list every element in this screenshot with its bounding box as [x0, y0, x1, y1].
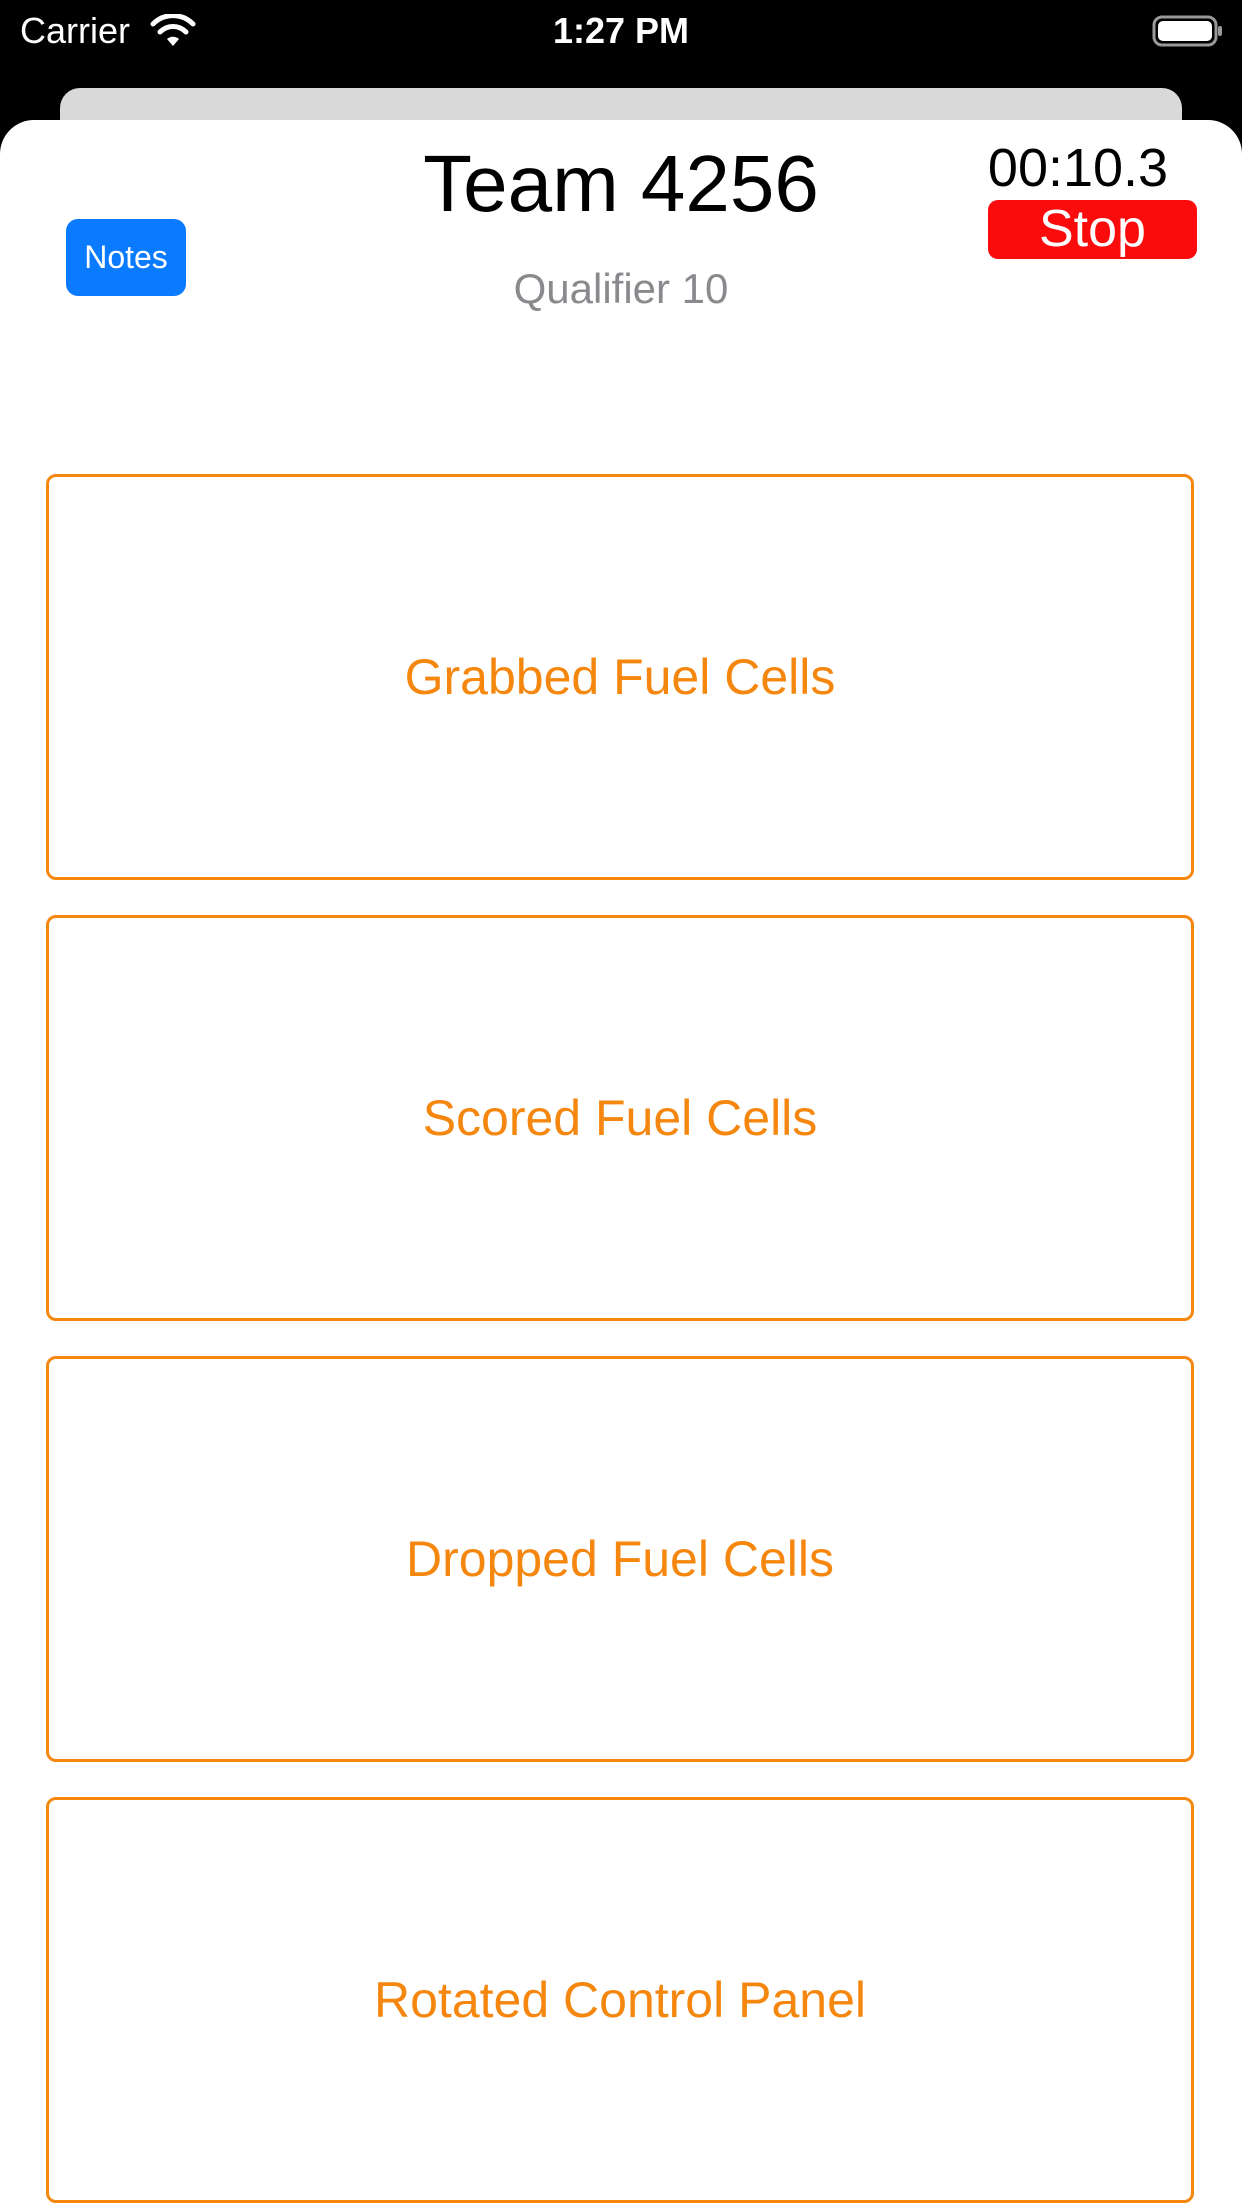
action-label: Scored Fuel Cells — [422, 1090, 818, 1146]
stop-button[interactable]: Stop — [988, 200, 1197, 259]
match-timer: 00:10.3 — [987, 138, 1169, 198]
action-label: Grabbed Fuel Cells — [404, 649, 836, 705]
status-bar: Carrier 1:27 PM — [0, 0, 1242, 62]
status-time: 1:27 PM — [552, 10, 690, 51]
grabbed-fuel-cells-button[interactable]: Grabbed Fuel Cells — [46, 474, 1194, 880]
rotated-control-panel-button[interactable]: Rotated Control Panel — [46, 1797, 1194, 2203]
match-subtitle: Qualifier 10 — [513, 265, 729, 312]
scouting-sheet: Notes Team 4256 Qualifier 10 00:10.3 Sto… — [0, 120, 1242, 2208]
action-label: Dropped Fuel Cells — [406, 1531, 834, 1587]
dropped-fuel-cells-button[interactable]: Dropped Fuel Cells — [46, 1356, 1194, 1762]
battery-icon — [1152, 15, 1222, 47]
scored-fuel-cells-button[interactable]: Scored Fuel Cells — [46, 915, 1194, 1321]
action-label: Rotated Control Panel — [374, 1972, 866, 2028]
